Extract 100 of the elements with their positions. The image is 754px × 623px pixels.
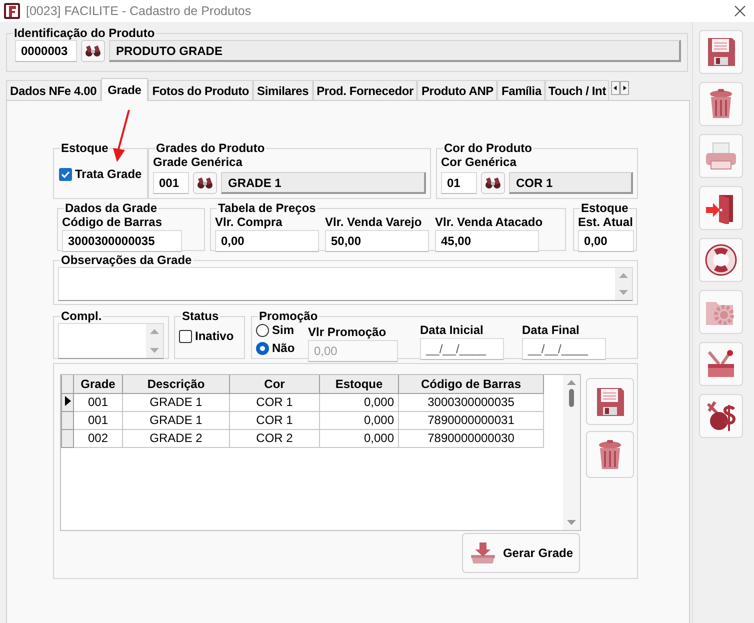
tab[interactable]: Grade [100, 78, 148, 101]
field-label: Vlr Promoção [308, 325, 388, 339]
field-label: Código de Barras [62, 215, 164, 229]
group-label: Cor do Produto [444, 141, 532, 155]
tab[interactable]: Dados NFe 4.00 [6, 80, 101, 100]
field-label: Grade Genérica [153, 155, 244, 169]
scroll-up-icon [567, 379, 576, 385]
scroll-down-icon [567, 520, 576, 526]
radio-button[interactable] [256, 324, 269, 336]
delete-button[interactable] [586, 431, 634, 478]
notes-field[interactable] [58, 267, 633, 301]
compl-field[interactable] [58, 323, 164, 359]
tools-button[interactable] [699, 342, 743, 386]
table-cell: COR 2 [230, 429, 320, 447]
scroll-right-icon[interactable] [620, 81, 629, 95]
scroll-down-icon [150, 348, 159, 354]
table-cell: 0,000 [320, 429, 398, 447]
table-cell: COR 1 [230, 411, 320, 429]
scroll-left-icon[interactable] [611, 81, 620, 95]
price-field[interactable]: 45,00 [435, 230, 539, 252]
table-cell: 0,000 [320, 393, 398, 411]
tab[interactable]: Prod. Fornecedor [312, 80, 418, 100]
exit-button[interactable] [699, 186, 743, 230]
group-label: Estoque [61, 141, 108, 155]
annotation-arrow [113, 110, 130, 162]
checkbox-label: Trata Grade [75, 167, 142, 181]
column-header[interactable]: Código de Barras [398, 375, 544, 393]
date-field[interactable]: __/__/____ [522, 338, 606, 360]
save-button[interactable] [586, 378, 634, 425]
lookup-button[interactable] [81, 40, 105, 62]
field-label: Data Final [522, 323, 580, 337]
table-cell: GRADE 1 [122, 393, 230, 411]
radio-label: Sim [272, 323, 294, 337]
column-header[interactable]: Cor [230, 375, 320, 393]
binoculars-icon [485, 176, 501, 190]
group-label: Estoque [581, 201, 628, 215]
money-tools-icon [705, 399, 737, 433]
table-cell: GRADE 1 [122, 411, 230, 429]
table-cell: 001 [74, 393, 122, 411]
trash-can-icon [708, 88, 734, 120]
close-icon[interactable] [734, 5, 746, 17]
group-label: Grades do Produto [156, 141, 265, 155]
app-logo-icon [4, 3, 20, 19]
date-field[interactable]: __/__/____ [420, 338, 504, 360]
price-field[interactable]: 50,00 [325, 230, 429, 252]
code-field[interactable]: 001 [153, 172, 189, 194]
trash-can-icon [597, 438, 623, 470]
barcode-field[interactable]: 3000300000035 [62, 230, 182, 252]
table-cell: 0,000 [320, 411, 398, 429]
column-header[interactable]: Estoque [320, 375, 398, 393]
tab[interactable]: Família [497, 80, 546, 100]
group-label: Observações da Grade [61, 253, 192, 267]
table-cell: 001 [74, 411, 122, 429]
window-title: [0023] FACILITE - Cadastro de Produtos [26, 4, 252, 18]
scroll-down-icon [619, 290, 628, 296]
row-pointer-icon [64, 396, 72, 406]
column-header[interactable]: Descrição [122, 375, 230, 393]
price-field[interactable]: 0,00 [215, 230, 319, 252]
tab[interactable]: Similares [253, 80, 313, 100]
group-label: Identificação do Produto [14, 26, 155, 40]
name-display[interactable]: COR 1 [509, 172, 633, 194]
tab[interactable]: Produto ANP [417, 80, 498, 100]
table-cell: 3000300000035 [398, 393, 544, 411]
radio-button[interactable] [256, 342, 269, 354]
lookup-button[interactable] [193, 172, 217, 194]
name-display[interactable]: GRADE 1 [221, 172, 426, 194]
finance-button[interactable] [699, 394, 743, 438]
checkbox[interactable] [59, 168, 72, 180]
scroll-up-icon [150, 328, 159, 334]
table-cell: COR 1 [230, 393, 320, 411]
lifebuoy-icon [705, 244, 737, 276]
binoculars-icon [85, 44, 101, 58]
field-label: Vlr. Compra [215, 215, 284, 229]
delete-button[interactable] [699, 82, 743, 126]
field-label: Vlr. Venda Atacado [435, 215, 543, 229]
field-label: Cor Genérica [441, 155, 518, 169]
table-cell: 7890000000031 [398, 411, 544, 429]
code-field[interactable]: 0000003 [15, 40, 77, 62]
print-button[interactable] [699, 134, 743, 178]
save-button[interactable] [699, 30, 743, 74]
printer-icon [704, 141, 738, 171]
generate-grade-button[interactable]: Gerar Grade [462, 533, 580, 573]
field-label: Vlr. Venda Varejo [325, 215, 423, 229]
name-display[interactable]: PRODUTO GRADE [109, 40, 681, 62]
table-cell: 7890000000030 [398, 429, 544, 447]
tab[interactable]: Fotos do Produto [148, 80, 254, 100]
group-label: Tabela de Preços [218, 201, 316, 215]
radio-label: Não [272, 341, 295, 355]
check-icon [61, 170, 70, 178]
code-field[interactable]: 01 [441, 172, 477, 194]
tab[interactable]: Touch / Int [545, 80, 609, 100]
group-label: Dados da Grade [65, 201, 158, 215]
column-header[interactable]: Grade [74, 375, 122, 393]
field-label: Data Inicial [420, 323, 484, 337]
scroll-up-icon [619, 272, 628, 278]
help-button[interactable] [699, 238, 743, 282]
lookup-button[interactable] [481, 172, 505, 194]
binoculars-icon [197, 176, 213, 190]
stock-field[interactable]: 0,00 [578, 230, 634, 252]
checkbox[interactable] [179, 330, 192, 342]
